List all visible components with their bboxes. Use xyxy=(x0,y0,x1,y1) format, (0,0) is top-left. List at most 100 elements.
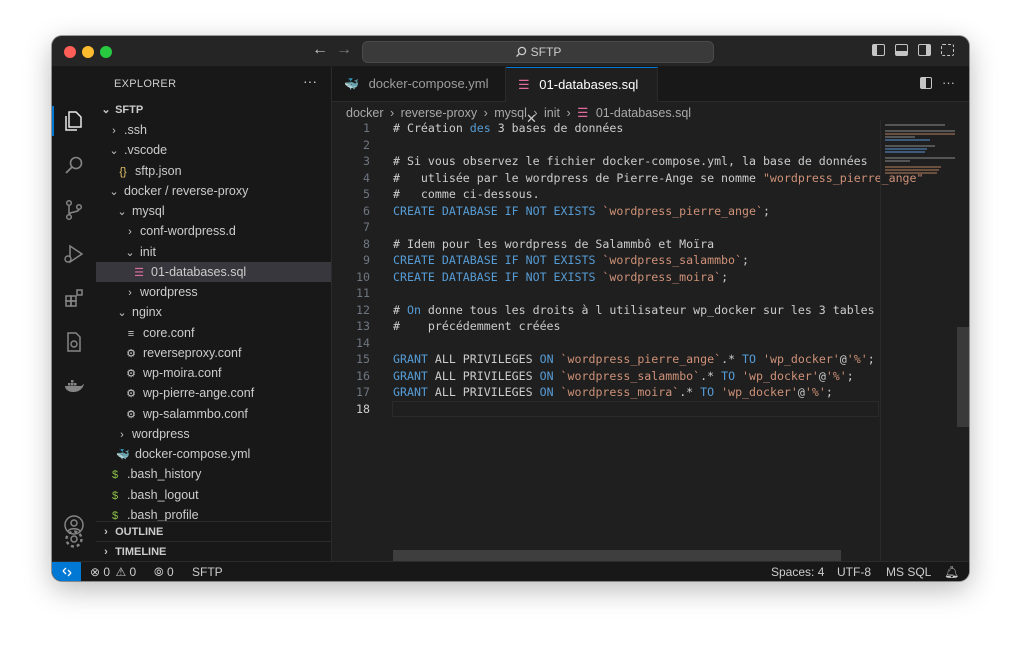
customize-layout-icon[interactable] xyxy=(941,44,954,56)
docker-icon[interactable] xyxy=(59,371,89,401)
tree-item[interactable]: › .ssh xyxy=(96,120,331,140)
code-line: 8 # Idem pour les wordpress de Salammbô e… xyxy=(332,236,877,253)
code-line: 1 # Création des 3 bases de données xyxy=(332,120,877,137)
tree-item-label: .vscode xyxy=(124,143,168,158)
tree-item-label: conf-wordpress.d xyxy=(140,224,236,239)
sftp-status[interactable]: SFTP xyxy=(192,562,223,581)
tree-item[interactable]: ⌄ .vscode xyxy=(96,140,331,160)
problems-status[interactable]: ⊗ 0 ⚠ 0 xyxy=(90,562,136,581)
docker-file-icon: 🐳 xyxy=(116,449,130,461)
toggle-panel-icon[interactable] xyxy=(895,44,908,56)
indentation-status[interactable]: Spaces: 4 xyxy=(771,562,824,581)
tree-item[interactable]: ⌄ nginx xyxy=(96,302,331,322)
minimap[interactable] xyxy=(880,120,959,580)
line-number: 13 xyxy=(356,319,370,333)
chevron-right-icon: › xyxy=(104,546,108,558)
breadcrumb-item[interactable]: reverse-proxy xyxy=(401,106,477,120)
ports-status[interactable]: ⦾ 0 xyxy=(154,562,174,581)
tree-item[interactable]: ⌄ mysql xyxy=(96,201,331,221)
config-file-icon: ⚙ xyxy=(126,368,136,380)
tree-item[interactable]: $ .bash_logout xyxy=(96,485,331,505)
line-source: CREATE DATABASE IF NOT EXISTS `wordpress… xyxy=(393,269,729,284)
tree-item[interactable]: ⚙ reverseproxy.conf xyxy=(96,343,331,363)
close-window-button[interactable] xyxy=(64,46,76,58)
code-line: 16 GRANT ALL PRIVILEGES ON `wordpress_sal… xyxy=(332,368,877,385)
chevron-down-icon: ⌄ xyxy=(117,206,127,218)
editor-more-actions-icon[interactable]: ··· xyxy=(942,75,955,90)
encoding-status[interactable]: UTF-8 xyxy=(837,562,871,581)
code-line: 14 xyxy=(332,335,877,352)
minimize-window-button[interactable] xyxy=(82,46,94,58)
search-icon xyxy=(515,46,526,57)
tree-item[interactable]: ≡ core.conf xyxy=(96,323,331,343)
tree-item[interactable]: {} sftp.json xyxy=(96,161,331,181)
explorer-more-actions-icon[interactable]: ··· xyxy=(303,73,317,89)
tree-item-label: wp-salammbo.conf xyxy=(143,406,248,421)
tree-item[interactable]: ⚙ wp-moira.conf xyxy=(96,363,331,383)
line-number: 15 xyxy=(356,352,370,366)
toggle-secondary-sidebar-icon[interactable] xyxy=(918,44,931,56)
activity-bar xyxy=(52,67,96,561)
breadcrumb-item[interactable]: docker xyxy=(346,106,384,120)
chevron-right-icon: › xyxy=(128,226,132,239)
tree-item[interactable]: ☰ 01-databases.sql xyxy=(96,261,331,282)
warning-count: 0 xyxy=(129,565,137,579)
tree-item-label: wp-moira.conf xyxy=(143,366,222,380)
source-control-icon[interactable] xyxy=(59,195,89,225)
back-arrow-icon[interactable]: ← xyxy=(312,41,328,59)
language-mode-status[interactable]: MS SQL xyxy=(886,562,931,581)
tab-docker-compose[interactable]: 🐳 docker-compose.yml xyxy=(332,67,506,101)
tree-item[interactable]: ⌄ docker / reverse-proxy xyxy=(96,181,331,201)
line-number: 1 xyxy=(363,121,370,135)
tree-item-label: wordpress xyxy=(140,285,198,299)
tree-item[interactable]: 🐳 docker-compose.yml xyxy=(96,444,331,464)
horizontal-scrollbar-thumb[interactable] xyxy=(393,550,841,561)
forward-arrow-icon[interactable]: → xyxy=(336,41,352,59)
tree-item[interactable]: › conf-wordpress.d xyxy=(96,221,331,241)
manage-gear-icon[interactable] xyxy=(59,524,89,554)
chevron-right-icon: › xyxy=(112,125,116,137)
workspace-root[interactable]: ⌄ SFTP xyxy=(96,100,331,120)
code-line: 7 xyxy=(332,219,877,236)
line-number: 18 xyxy=(356,401,370,416)
remote-indicator[interactable] xyxy=(52,562,81,581)
zoom-window-button[interactable] xyxy=(100,46,112,58)
tree-item[interactable]: ⌄ init xyxy=(96,242,331,262)
breadcrumb-item[interactable]: init xyxy=(544,106,560,120)
line-source: GRANT ALL PRIVILEGES ON `wordpress_moira… xyxy=(393,385,833,399)
text-file-icon: ≡ xyxy=(127,327,135,340)
outline-section[interactable]: › OUTLINE xyxy=(96,521,331,542)
tree-item[interactable]: ⚙ wp-pierre-ange.conf xyxy=(96,383,331,403)
split-editor-icon[interactable] xyxy=(920,77,932,89)
extensions-icon[interactable] xyxy=(59,283,89,313)
timeline-section[interactable]: › TIMELINE xyxy=(96,541,331,562)
line-source: # Idem pour les wordpress de Salammbô et… xyxy=(393,236,715,251)
tree-item[interactable]: › wordpress xyxy=(96,282,331,302)
tab-01-databases[interactable]: ☰ 01-databases.sql ✕ xyxy=(506,67,658,126)
notifications-bell-icon[interactable]: 🔔︎ xyxy=(944,562,959,581)
code-line: 9 CREATE DATABASE IF NOT EXISTS `wordpres… xyxy=(332,252,877,269)
tree-item[interactable]: $ .bash_history xyxy=(96,464,331,484)
explorer-icon[interactable] xyxy=(59,106,89,136)
tab-label: docker-compose.yml xyxy=(368,76,489,91)
breadcrumb-item[interactable]: mysql xyxy=(494,106,527,120)
tab-label: 01-databases.sql xyxy=(539,77,639,92)
tree-item[interactable]: ⚙ wp-salammbo.conf xyxy=(96,404,331,424)
breadcrumb-separator: › xyxy=(390,106,395,120)
toggle-primary-sidebar-icon[interactable] xyxy=(872,44,885,56)
remote-explorer-icon[interactable] xyxy=(59,327,89,357)
code-line: 4 # utlisée par le wordpress de Pierre-An… xyxy=(332,170,923,187)
code-line: 6 CREATE DATABASE IF NOT EXISTS `wordpres… xyxy=(332,203,877,220)
line-number: 8 xyxy=(363,236,370,251)
command-center-search[interactable]: SFTP xyxy=(362,41,714,63)
line-number: 14 xyxy=(356,335,370,350)
line-number: 12 xyxy=(356,302,370,317)
editor-tabs: 🐳 docker-compose.yml ☰ 01-databases.sql … xyxy=(332,67,969,126)
run-debug-icon[interactable] xyxy=(59,239,89,269)
tree-item[interactable]: › wordpress xyxy=(96,424,331,444)
line-source: # Si vous observez le fichier docker-com… xyxy=(393,154,868,168)
vertical-scrollbar-thumb[interactable] xyxy=(957,327,969,427)
search-view-icon[interactable] xyxy=(59,151,89,181)
breadcrumb-item[interactable]: 01-databases.sql xyxy=(596,106,691,120)
tree-item-label: init xyxy=(140,244,156,259)
